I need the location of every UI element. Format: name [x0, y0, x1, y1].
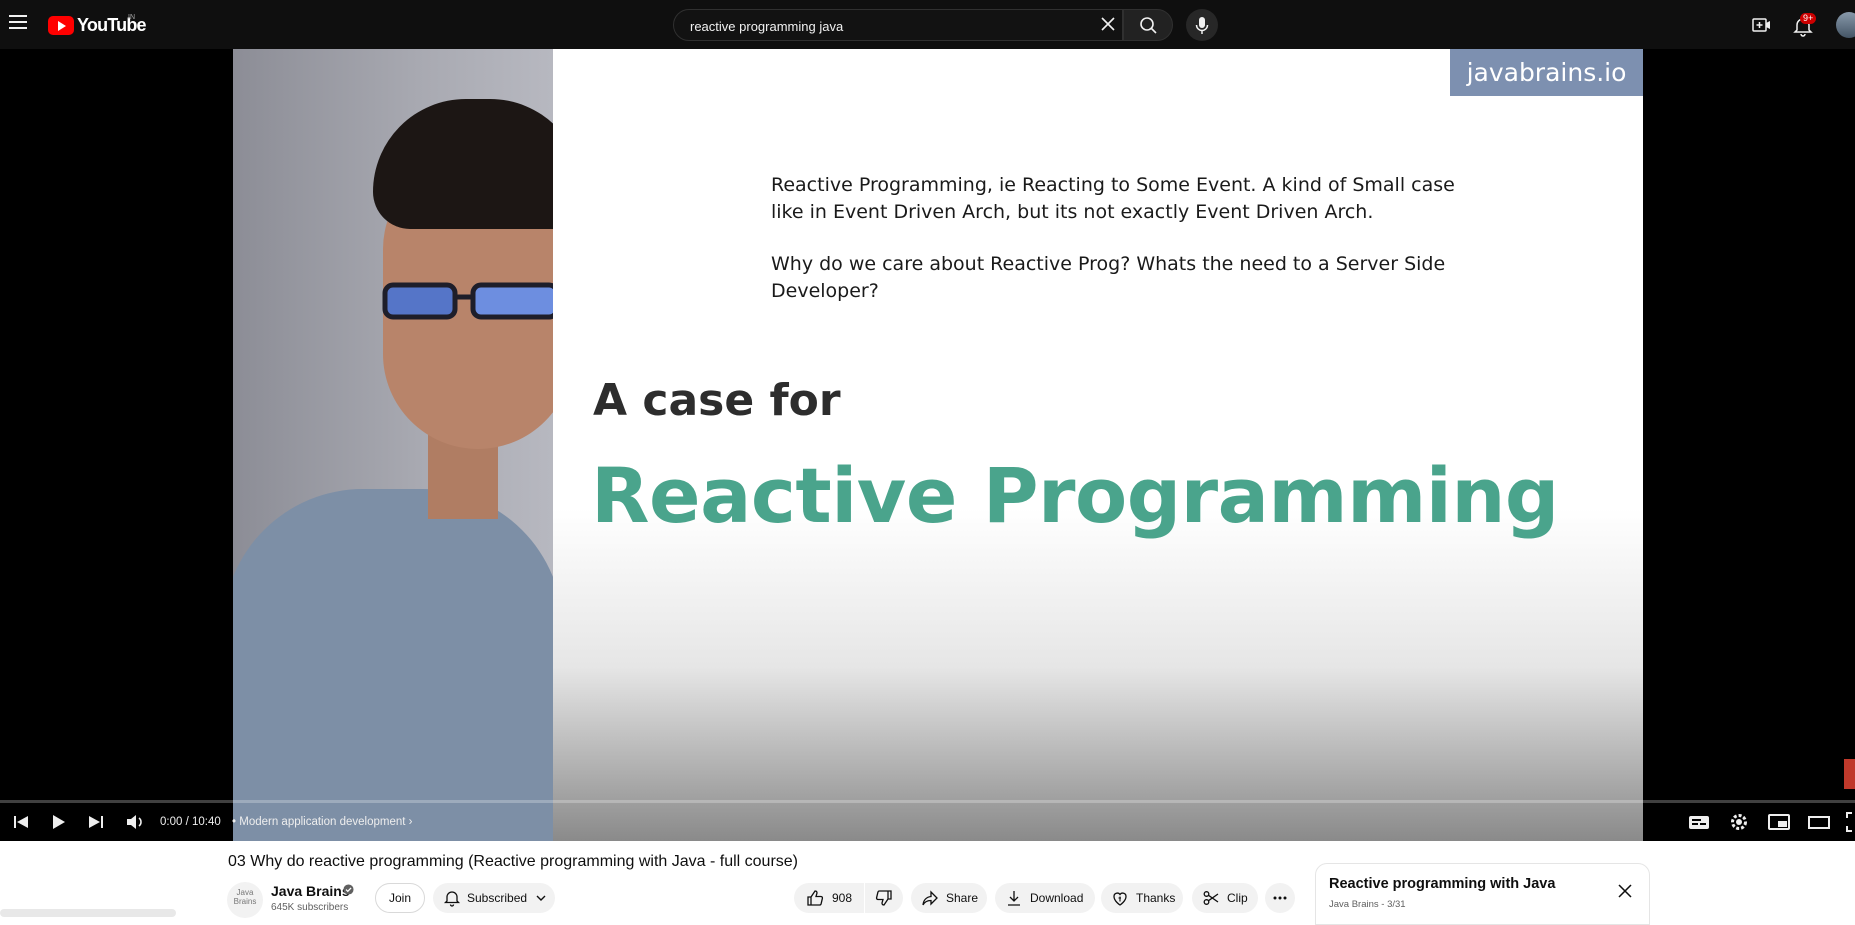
share-label: Share: [946, 891, 979, 905]
voice-search-button[interactable]: [1186, 9, 1218, 41]
presentation-slide: javabrains.io Reactive Programming, ie R…: [553, 49, 1643, 841]
next-icon[interactable]: [83, 809, 109, 835]
slide-heading-large: Reactive Programming: [591, 451, 1559, 540]
search-box: [673, 9, 1123, 42]
account-avatar[interactable]: [1836, 12, 1855, 38]
theater-icon[interactable]: [1806, 809, 1832, 835]
mic-icon: [1195, 17, 1209, 34]
video-player[interactable]: javabrains.io Reactive Programming, ie R…: [0, 49, 1855, 841]
download-icon: [1008, 891, 1020, 906]
time-display: 0:00 / 10:40: [160, 816, 221, 828]
subtitles-icon[interactable]: [1686, 809, 1712, 835]
settings-icon[interactable]: [1726, 809, 1752, 835]
top-bar: YouTube IN 9+: [0, 0, 1855, 49]
playlist-panel[interactable]: Reactive programming with Java Java Brai…: [1315, 863, 1650, 925]
clip-button[interactable]: Clip: [1192, 883, 1258, 913]
like-count: 908: [832, 891, 853, 905]
player-controls: 0:00 / 10:40 • Modern application develo…: [0, 809, 1855, 839]
search-icon: [1140, 17, 1157, 34]
slide-heading-small: A case for: [593, 375, 841, 426]
like-button[interactable]: 908: [794, 883, 864, 913]
scissors-icon: [1203, 891, 1219, 905]
presenter-hair: [373, 99, 553, 229]
clip-label: Clip: [1227, 891, 1248, 905]
side-overlay-badge: [1844, 759, 1855, 789]
share-icon: [922, 890, 938, 906]
like-icon: [807, 890, 824, 906]
join-label: Join: [388, 891, 411, 905]
horizontal-scrollbar[interactable]: [0, 909, 176, 917]
play-icon[interactable]: [45, 809, 71, 835]
more-icon: [1273, 896, 1287, 900]
chapter-separator: •: [232, 816, 237, 828]
channel-name[interactable]: Java Brains: [271, 883, 350, 899]
chapter-label: Modern application development: [239, 816, 406, 828]
bell-outline-icon: [443, 891, 461, 907]
share-button[interactable]: Share: [911, 883, 987, 913]
presenter-glasses: [382, 282, 553, 320]
slide-note-2: Why do we care about Reactive Prog? What…: [771, 253, 1446, 302]
playlist-title[interactable]: Reactive programming with Java: [1329, 876, 1555, 892]
slide-note-1: Reactive Programming, ie Reacting to Som…: [771, 174, 1455, 223]
video-frame: javabrains.io Reactive Programming, ie R…: [233, 49, 1643, 841]
more-actions-button[interactable]: [1265, 883, 1295, 913]
subscribed-label: Subscribed: [467, 891, 528, 905]
presenter-video: [233, 49, 553, 841]
search-button[interactable]: [1123, 9, 1173, 41]
progress-bar[interactable]: [0, 800, 1855, 803]
thanks-icon: [1113, 892, 1127, 906]
dislike-icon: [875, 890, 892, 906]
chevron-right-icon: ›: [408, 816, 413, 828]
notification-badge: 9+: [1800, 13, 1817, 24]
fullscreen-icon[interactable]: [1844, 809, 1855, 835]
subscribed-button[interactable]: Subscribed: [433, 883, 555, 913]
time-value: 0:00 / 10:40: [160, 816, 221, 828]
volume-icon[interactable]: [122, 809, 148, 835]
watermark: javabrains.io: [1450, 49, 1643, 96]
download-label: Download: [1030, 891, 1084, 905]
slide-notes: Reactive Programming, ie Reacting to Som…: [771, 172, 1471, 330]
logo-text: YouTube: [77, 14, 147, 35]
create-icon[interactable]: [1751, 15, 1771, 35]
video-title: 03 Why do reactive programming (Reactive…: [228, 853, 798, 870]
presenter-shirt: [233, 489, 553, 841]
search-input[interactable]: [688, 10, 1072, 42]
prev-icon[interactable]: [8, 809, 34, 835]
youtube-logo-icon: [48, 15, 74, 35]
menu-icon[interactable]: [9, 15, 27, 29]
join-button[interactable]: Join: [375, 883, 425, 913]
thanks-button[interactable]: Thanks: [1101, 883, 1183, 913]
verified-icon: [343, 884, 354, 895]
download-button[interactable]: Download: [995, 883, 1095, 913]
chevron-down-icon: [536, 895, 546, 901]
dislike-button[interactable]: [865, 883, 903, 913]
thanks-label: Thanks: [1136, 891, 1176, 905]
country-code: IN: [128, 14, 135, 21]
subscriber-count: 645K subscribers: [271, 902, 349, 913]
miniplayer-icon[interactable]: [1766, 809, 1792, 835]
close-icon[interactable]: [1616, 882, 1634, 900]
channel-avatar[interactable]: Java Brains: [227, 882, 263, 918]
chapter-button[interactable]: • Modern application development ›: [232, 816, 413, 828]
clear-icon[interactable]: [1098, 14, 1118, 34]
playlist-subtitle: Java Brains - 3/31: [1329, 899, 1406, 910]
